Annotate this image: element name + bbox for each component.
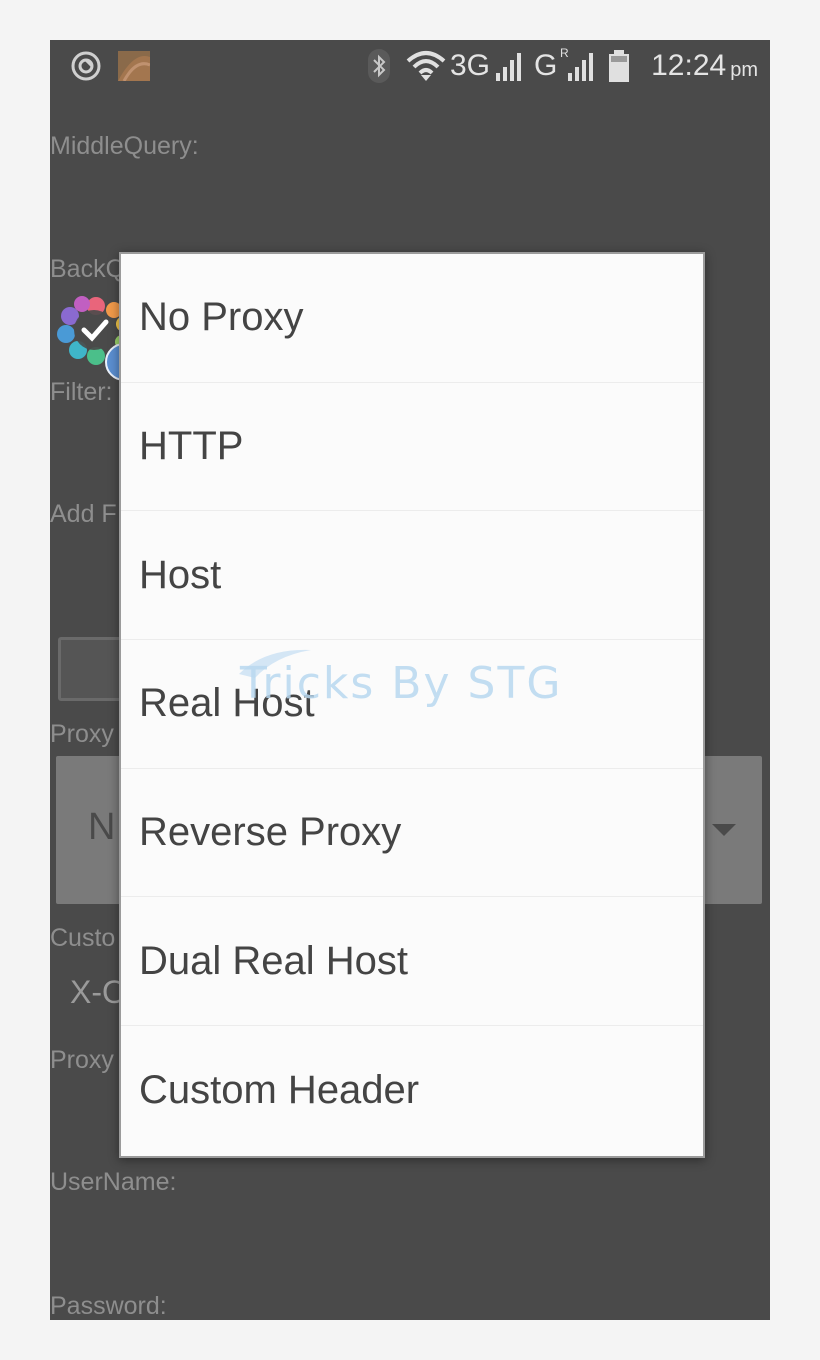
status-clock: 12:24 pm (651, 40, 758, 92)
clock-time: 12:24 (651, 49, 727, 82)
wifi-icon (406, 40, 446, 92)
custom-header-label: Custo (50, 924, 116, 952)
username-label: UserName: (50, 1168, 177, 1196)
proxy-address-label: Proxy (50, 1046, 114, 1074)
option-http[interactable]: HTTP (121, 383, 703, 512)
bluetooth-icon (368, 40, 390, 92)
add-label: Add F (50, 500, 117, 528)
option-custom-header[interactable]: Custom Header (121, 1026, 703, 1155)
proxy-type-dialog: No Proxy HTTP Host Real Host Reverse Pro… (119, 252, 705, 1158)
option-dual-real-host[interactable]: Dual Real Host (121, 897, 703, 1027)
clock-ampm: pm (730, 58, 758, 81)
dropdown-arrow-icon (712, 824, 736, 836)
option-reverse-proxy[interactable]: Reverse Proxy (121, 769, 703, 898)
proxy-type-label: Proxy (50, 720, 114, 748)
back-query-label: BackQ (50, 255, 126, 283)
option-no-proxy[interactable]: No Proxy (121, 254, 703, 383)
phone-screen: 3G G R 12:24 pm MiddleQuery: BackQ Filte… (50, 40, 770, 1320)
signal-icon (568, 40, 596, 92)
network-type-3g: 3G (450, 49, 491, 82)
image-thumbnail-icon (118, 40, 150, 92)
add-checkbox[interactable] (58, 637, 122, 701)
option-host[interactable]: Host (121, 511, 703, 641)
status-bar: 3G G R 12:24 pm (50, 40, 770, 92)
option-real-host[interactable]: Real Host (121, 640, 703, 769)
circle-notification-icon (70, 40, 102, 92)
proxy-type-value: N (88, 806, 116, 848)
password-label: Password: (50, 1292, 167, 1320)
network-type-g: G (534, 49, 558, 82)
middle-query-label: MiddleQuery: (50, 132, 199, 160)
battery-icon (608, 40, 630, 92)
signal-icon (496, 40, 524, 92)
